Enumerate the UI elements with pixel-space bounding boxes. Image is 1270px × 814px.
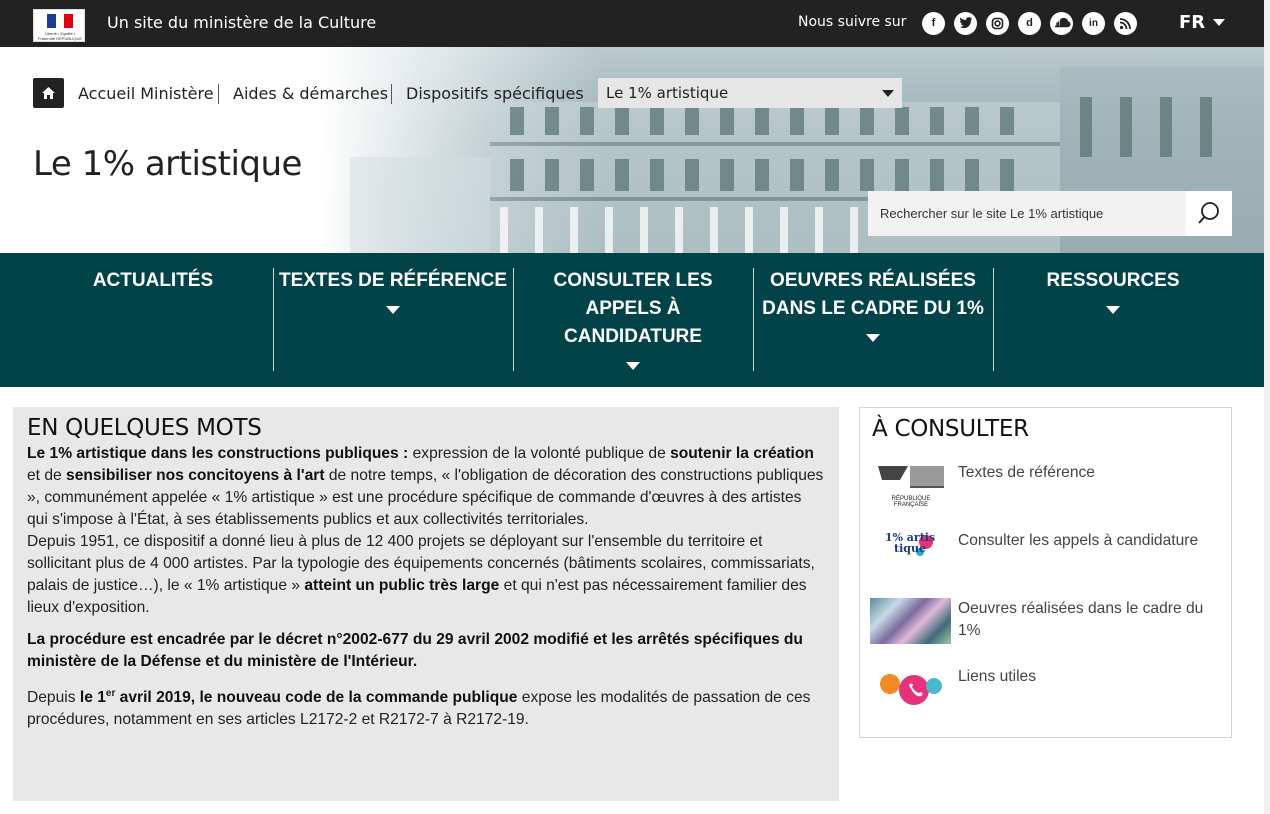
thumb-text: RÉPUBLIQUE FRANÇAISE [891,496,931,508]
bold-text: sensibiliser nos concitoyens à l'art [66,467,325,484]
dailymotion-icon[interactable]: d [1018,12,1041,35]
republique-francaise-logo[interactable]: Liberté • Égalité • Fraternité RÉPUBLIQU… [33,9,85,46]
nav-label: ACTUALITÉS [92,270,214,291]
nav-appels-candidature[interactable]: CONSULTER LES APPELS À CANDIDATURE [513,267,753,379]
aside-title: À CONSULTER [872,416,1029,442]
thumb-text: 1% artis tique [884,531,936,555]
text: expression de la volonté publique de [408,445,671,462]
oeuvres-thumbnail [870,598,951,644]
home-button[interactable] [33,78,64,108]
breadcrumb-divider [218,84,219,104]
aside-item-oeuvres[interactable]: Oeuvres réalisées dans le cadre du 1% [870,598,1225,654]
page-title: Le 1% artistique [33,144,302,184]
nav-ressources[interactable]: RESSOURCES [993,267,1233,323]
liens-utiles-thumbnail [870,666,951,712]
logo-text: Liberté • Égalité • Fraternité RÉPUBLIQU… [37,31,82,46]
breadcrumb-home-ministry[interactable]: Accueil Ministère [78,84,214,103]
search-input[interactable] [868,191,1186,236]
ministry-link[interactable]: Un site du ministère de la Culture [107,13,376,32]
nav-label: RESSOURCES [1046,270,1180,291]
chevron-down-icon [866,334,880,342]
intro-paragraph-3: Depuis le 1er avril 2019, le nouveau cod… [27,683,825,731]
bold-text: Le 1% artistique dans les constructions … [27,445,409,462]
soundcloud-icon[interactable] [1050,12,1073,35]
rss-icon[interactable] [1114,12,1137,35]
twitter-icon[interactable] [954,12,977,35]
top-bar: Liberté • Égalité • Fraternité RÉPUBLIQU… [0,0,1264,47]
bold-text: le 1 [79,689,106,707]
page-scrollbar[interactable] [1264,0,1270,814]
nav-oeuvres-realisees[interactable]: OEUVRES RÉALISÉES DANS LE CADRE DU 1% [753,267,993,351]
home-icon [42,87,55,99]
breadcrumb-select-value: Le 1% artistique [606,84,729,102]
follow-label: Nous suivre sur [798,14,907,30]
intro-section: EN QUELQUES MOTS Le 1% artistique dans l… [13,407,839,801]
header-banner: Accueil Ministère Aides & démarches Disp… [0,47,1264,253]
aside-item-textes[interactable]: RÉPUBLIQUE FRANÇAISE Textes de référence [870,462,1225,518]
superscript: er [105,688,116,699]
facebook-icon[interactable]: f [922,12,945,35]
nav-actualites[interactable]: ACTUALITÉS [33,267,273,295]
a-consulter-panel: À CONSULTER RÉPUBLIQUE FRANÇAISE Textes … [859,407,1232,738]
artistique-logo-thumbnail: 1% artis tique [870,530,951,576]
intro-paragraph-2: La procédure est encadrée par le décret … [27,629,825,673]
breadcrumb-select[interactable]: Le 1% artistique [598,78,902,108]
breadcrumb-aides[interactable]: Aides & démarches [233,84,388,103]
chevron-down-icon [626,362,640,370]
aside-item-label: Consulter les appels à candidature [958,532,1199,549]
language-selector[interactable]: FR [1179,12,1205,33]
nav-label: CONSULTER LES APPELS À CANDIDATURE [553,270,713,347]
text: Depuis [27,689,80,707]
intro-paragraph-1: Le 1% artistique dans les constructions … [27,443,825,619]
bold-text: atteint un public très large [304,577,500,594]
search-icon [1198,202,1219,224]
linkedin-icon[interactable]: in [1082,12,1105,35]
nav-label: OEUVRES RÉALISÉES DANS LE CADRE DU 1% [762,270,984,319]
nav-label: TEXTES DE RÉFÉRENCE [278,270,508,291]
aside-item-label: Liens utiles [958,668,1037,685]
nav-textes-de-reference[interactable]: TEXTES DE RÉFÉRENCE [273,267,513,323]
bold-text: La procédure est encadrée par le décret … [27,631,803,670]
search-button[interactable] [1186,191,1232,236]
marianne-flag-icon [47,14,73,28]
chevron-down-icon [1106,306,1120,314]
main-navigation: ACTUALITÉS TEXTES DE RÉFÉRENCE CONSULTER… [0,253,1264,387]
breadcrumb-dispositifs[interactable]: Dispositifs spécifiques [406,84,584,103]
text: et de [27,467,67,484]
bold-text: soutenir la création [670,445,814,462]
aside-item-label: Oeuvres réalisées dans le cadre du 1% [958,600,1204,639]
site-search [868,191,1232,236]
chevron-down-icon [386,306,400,314]
intro-title: EN QUELQUES MOTS [27,415,262,441]
bold-text: avril 2019, le nouveau code de la comman… [115,689,518,707]
breadcrumb-divider [391,84,392,104]
instagram-icon[interactable] [986,12,1009,35]
marianne-thumbnail: RÉPUBLIQUE FRANÇAISE [870,462,951,508]
aside-item-appels[interactable]: 1% artis tique Consulter les appels à ca… [870,530,1225,586]
aside-item-liens[interactable]: Liens utiles [870,666,1225,722]
chevron-down-icon [882,90,894,97]
aside-item-label: Textes de référence [958,464,1095,481]
chevron-down-icon[interactable] [1213,19,1225,26]
